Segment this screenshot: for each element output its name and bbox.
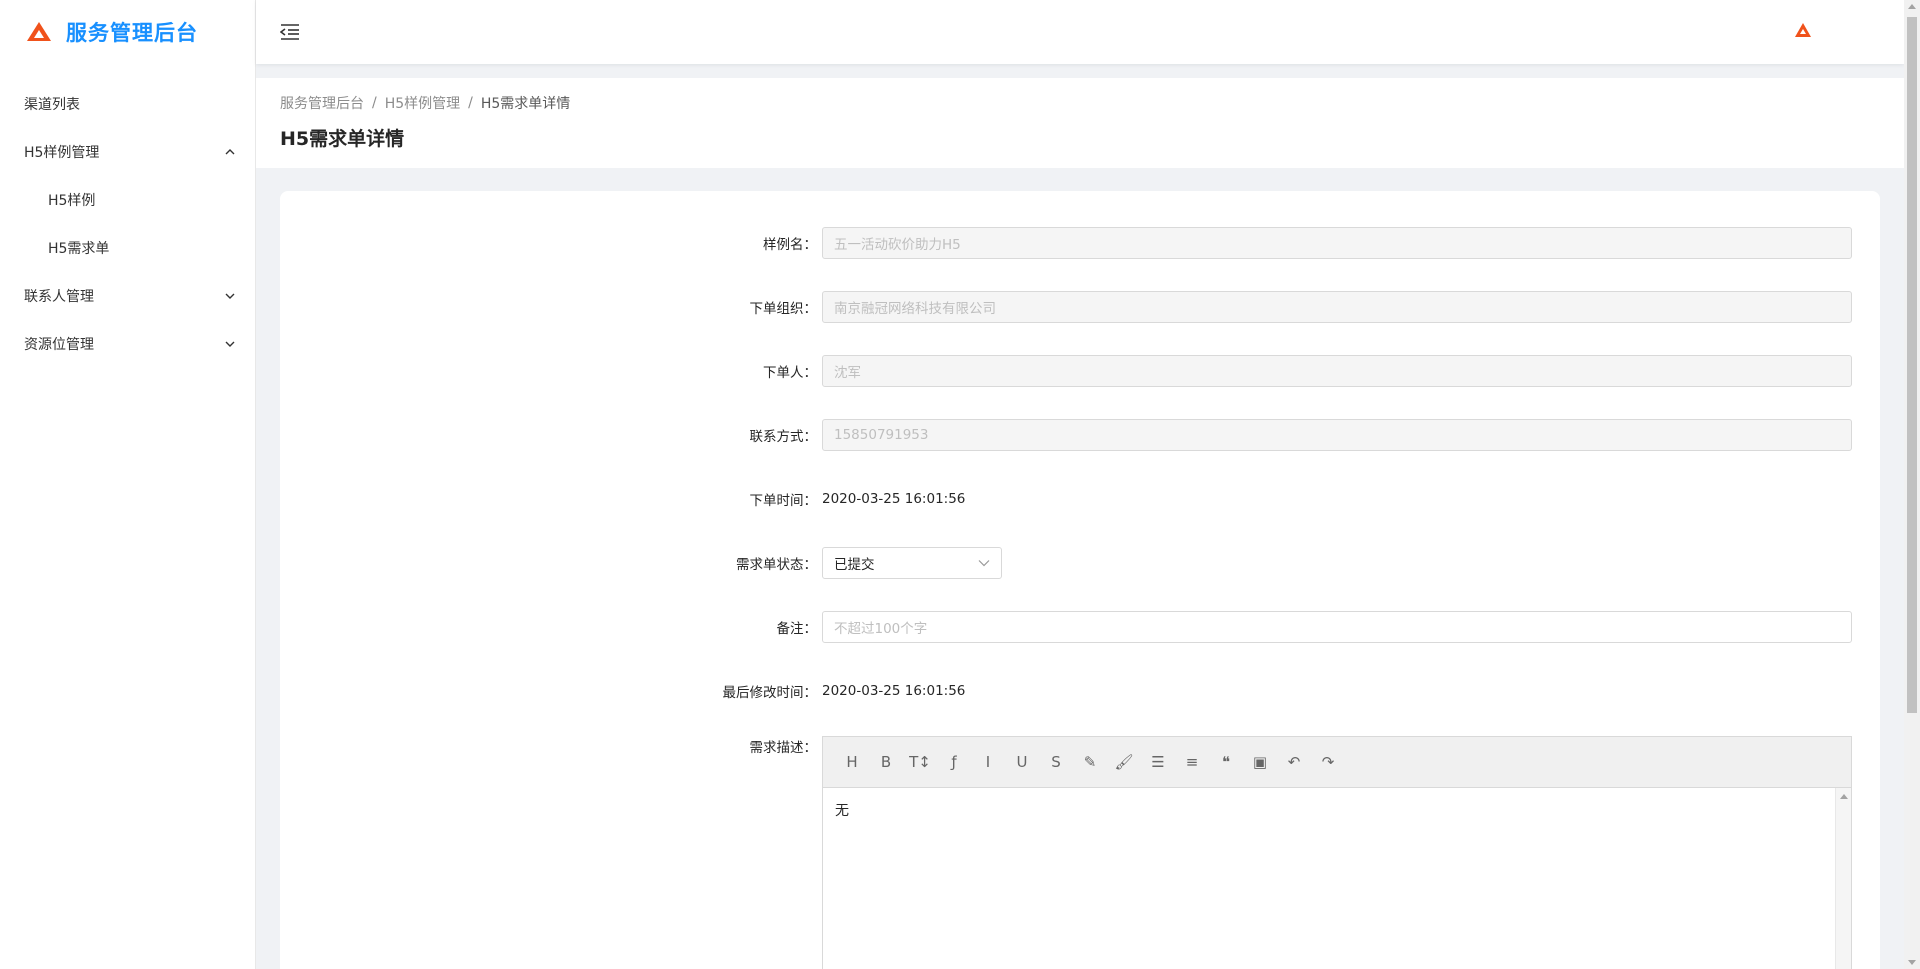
sidebar-item-label: 资源位管理 xyxy=(24,337,94,353)
orderer-input: 沈军 xyxy=(822,355,1852,387)
breadcrumb: 服务管理后台 / H5样例管理 / H5需求单详情 xyxy=(280,92,1880,114)
align-icon[interactable]: ≡ xyxy=(1175,747,1209,777)
scrollbar-thumb[interactable] xyxy=(1907,17,1917,713)
editor-content[interactable]: 无 xyxy=(823,788,1851,832)
status-select[interactable]: 已提交 xyxy=(822,547,1002,579)
sidebar: 服务管理后台 渠道列表 H5样例管理 H5样例 H5需求单 联系人管理 资源位管… xyxy=(0,0,256,969)
sidebar-item-h5-samples[interactable]: H5样例 xyxy=(0,176,255,224)
page-scrollbar[interactable] xyxy=(1904,0,1920,969)
scroll-down-arrow-icon[interactable] xyxy=(1908,960,1916,965)
chevron-down-icon xyxy=(225,341,235,347)
page-title: H5需求单详情 xyxy=(280,128,405,150)
form-row-order-org: 下单组织： 南京融冠网络科技有限公司 xyxy=(280,291,1880,323)
sidebar-item-label: H5需求单 xyxy=(48,241,110,257)
contact-input: 15850791953 xyxy=(822,419,1852,451)
modified-time-value: 2020-03-25 16:01:56 xyxy=(822,683,966,699)
list-icon[interactable]: ☰ xyxy=(1141,747,1175,777)
sample-name-input: 五一活动砍价助力H5 xyxy=(822,227,1852,259)
font-size-icon[interactable]: T↕ xyxy=(903,747,937,777)
sidebar-item-label: H5样例管理 xyxy=(24,145,100,161)
sidebar-item-channels[interactable]: 渠道列表 xyxy=(0,80,255,128)
redo-icon[interactable]: ↷ xyxy=(1311,747,1345,777)
chevron-up-icon xyxy=(225,149,235,155)
form-row-order-time: 下单时间： 2020-03-25 16:01:56 xyxy=(280,483,1880,515)
font-family-icon[interactable]: ƒ xyxy=(937,747,971,777)
sidebar-item-label: H5样例 xyxy=(48,193,96,209)
chevron-down-icon xyxy=(225,293,235,299)
breadcrumb-item[interactable]: H5样例管理 xyxy=(385,93,460,113)
breadcrumb-separator: / xyxy=(468,95,473,111)
undo-icon[interactable]: ↶ xyxy=(1277,747,1311,777)
rich-text-editor: H B T↕ ƒ I U S ✎ 🖌 ☰ ≡ ❝ ▣ ↶ ↷ 无 xyxy=(822,736,1852,969)
logo-row[interactable]: 服务管理后台 xyxy=(0,0,255,64)
strikethrough-icon[interactable]: S xyxy=(1039,747,1073,777)
sidebar-item-contacts[interactable]: 联系人管理 xyxy=(0,272,255,320)
order-org-label: 下单组织： xyxy=(749,301,818,317)
breadcrumb-current: H5需求单详情 xyxy=(480,96,571,112)
editor-toolbar: H B T↕ ƒ I U S ✎ 🖌 ☰ ≡ ❝ ▣ ↶ ↷ xyxy=(823,737,1851,788)
italic-icon[interactable]: I xyxy=(971,747,1005,777)
form-row-status: 需求单状态： 已提交 xyxy=(280,547,1880,579)
sidebar-item-h5-samples-group[interactable]: H5样例管理 xyxy=(0,128,255,176)
sample-name-label: 样例名： xyxy=(763,237,817,253)
brush-icon[interactable]: 🖌 xyxy=(1107,747,1141,777)
quote-icon[interactable]: ❝ xyxy=(1209,747,1243,777)
remark-label: 备注： xyxy=(776,621,818,637)
form-row-modified-time: 最后修改时间： 2020-03-25 16:01:56 xyxy=(280,675,1880,707)
form-row-sample-name: 样例名： 五一活动砍价助力H5 xyxy=(280,227,1880,259)
form-row-contact: 联系方式： 15850791953 xyxy=(280,419,1880,451)
sidebar-menu: 渠道列表 H5样例管理 H5样例 H5需求单 联系人管理 资源位管理 xyxy=(0,80,255,368)
status-label: 需求单状态： xyxy=(736,557,817,573)
order-org-input: 南京融冠网络科技有限公司 xyxy=(822,291,1852,323)
page-header: 服务管理后台 / H5样例管理 / H5需求单详情 H5需求单详情 xyxy=(256,78,1904,168)
heading-icon[interactable]: H xyxy=(835,747,869,777)
form-row-orderer: 下单人： 沈军 xyxy=(280,355,1880,387)
orderer-label: 下单人： xyxy=(763,365,817,381)
breadcrumb-separator: / xyxy=(372,95,377,111)
sidebar-item-label: 渠道列表 xyxy=(24,97,80,113)
form-row-remark: 备注： 不超过100个字 xyxy=(280,611,1880,643)
editor-scrollbar[interactable] xyxy=(1835,788,1851,969)
top-header xyxy=(256,0,1904,64)
scroll-up-arrow-icon[interactable] xyxy=(1908,4,1916,9)
menu-fold-icon[interactable] xyxy=(280,23,300,41)
order-time-value: 2020-03-25 16:01:56 xyxy=(822,491,966,507)
sidebar-item-h5-orders[interactable]: H5需求单 xyxy=(0,224,255,272)
chevron-down-icon xyxy=(978,560,990,567)
bold-icon[interactable]: B xyxy=(869,747,903,777)
remark-input[interactable]: 不超过100个字 xyxy=(822,611,1852,643)
breadcrumb-item[interactable]: 服务管理后台 xyxy=(280,93,364,113)
status-select-value: 已提交 xyxy=(834,557,875,573)
modified-time-label: 最后修改时间： xyxy=(722,685,818,701)
underline-icon[interactable]: U xyxy=(1005,747,1039,777)
order-time-label: 下单时间： xyxy=(749,493,818,509)
scroll-up-arrow-icon[interactable] xyxy=(1839,794,1848,799)
detail-card: 样例名： 五一活动砍价助力H5 下单组织： 南京融冠网络科技有限公司 下单人： … xyxy=(280,191,1880,969)
sidebar-item-resource-slots[interactable]: 资源位管理 xyxy=(0,320,255,368)
logo-icon xyxy=(27,22,51,41)
contact-label: 联系方式： xyxy=(749,429,818,445)
highlight-icon[interactable]: ✎ xyxy=(1073,747,1107,777)
app-title: 服务管理后台 xyxy=(66,21,198,45)
sidebar-item-label: 联系人管理 xyxy=(24,289,94,305)
description-label: 需求描述： xyxy=(749,740,818,756)
user-logo-icon[interactable] xyxy=(1794,22,1812,38)
image-icon[interactable]: ▣ xyxy=(1243,747,1277,777)
